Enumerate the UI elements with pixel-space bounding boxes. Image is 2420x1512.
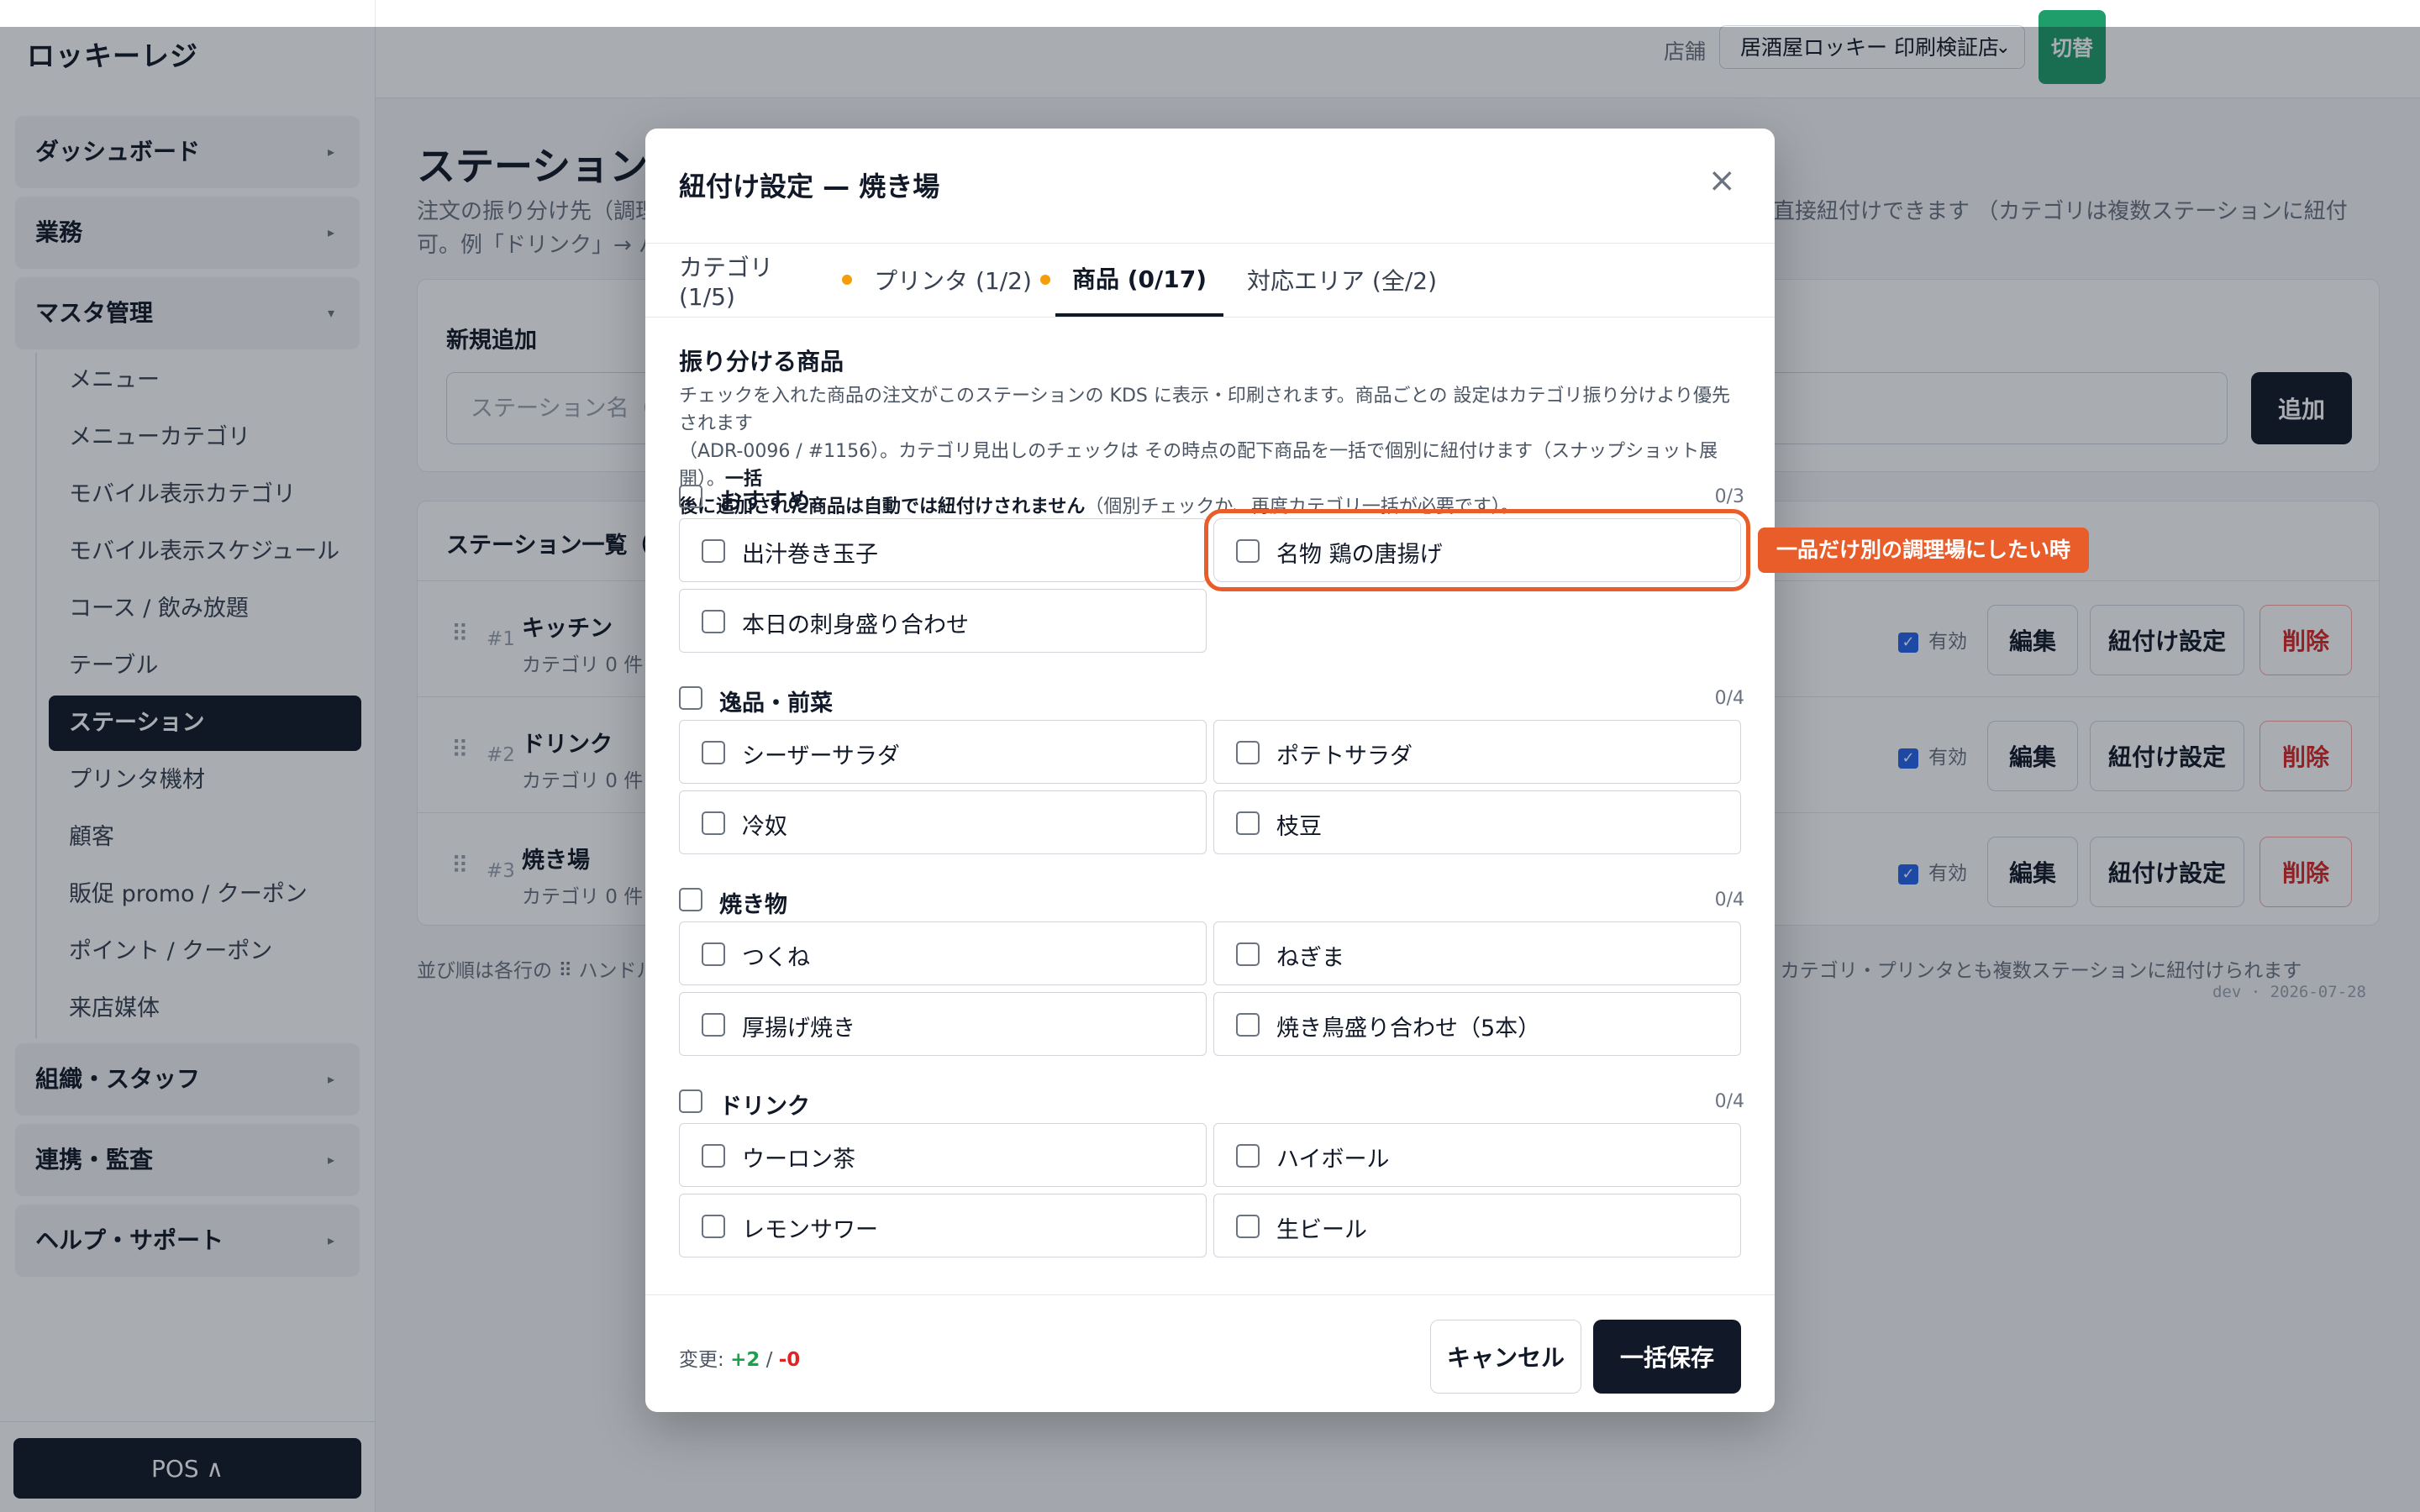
product-checkbox[interactable]: [1236, 741, 1260, 764]
group-checkbox[interactable]: [679, 888, 702, 911]
group-checkbox[interactable]: [679, 1089, 702, 1113]
product-checkbox[interactable]: [1236, 1013, 1260, 1037]
section-title: 振り分ける商品: [679, 348, 844, 375]
unsaved-dot-icon: [842, 275, 852, 285]
change-added: +2: [730, 1349, 760, 1371]
product-checkbox-item[interactable]: つくね: [679, 921, 1207, 985]
product-checkbox[interactable]: [702, 741, 725, 764]
product-checkbox-item[interactable]: 冷奴: [679, 790, 1207, 854]
product-checkbox-item[interactable]: ポテトサラダ: [1213, 720, 1741, 784]
product-checkbox[interactable]: [1236, 811, 1260, 835]
product-checkbox-item[interactable]: 出汁巻き玉子: [679, 518, 1207, 582]
group-name: おすすめ: [719, 489, 810, 515]
tab-category[interactable]: カテゴリ (1/5): [679, 243, 852, 317]
product-group-header: 焼き物 0/4: [679, 885, 1744, 918]
product-checkbox-item[interactable]: ウーロン茶: [679, 1123, 1207, 1187]
product-checkbox[interactable]: [1236, 942, 1260, 966]
tab-printer[interactable]: プリンタ (1/2): [869, 243, 1055, 317]
product-checkbox[interactable]: [702, 1215, 725, 1238]
product-name: 焼き鳥盛り合わせ（5本）: [1276, 1016, 1541, 1042]
product-name: 本日の刺身盛り合わせ: [742, 612, 969, 638]
product-name: 厚揚げ焼き: [742, 1016, 855, 1042]
group-checkbox[interactable]: [679, 485, 702, 508]
group-name: 焼き物: [719, 892, 787, 918]
tab-products[interactable]: 商品 (0/17): [1055, 243, 1223, 317]
product-name: つくね: [742, 945, 810, 971]
product-checkbox-item[interactable]: シーザーサラダ: [679, 720, 1207, 784]
product-checkbox[interactable]: [702, 811, 725, 835]
product-checkbox[interactable]: [1236, 539, 1260, 563]
tab-area[interactable]: 対応エリア (全/2): [1237, 243, 1447, 317]
product-checkbox[interactable]: [702, 610, 725, 633]
product-checkbox-item[interactable]: ハイボール: [1213, 1123, 1741, 1187]
product-name: シーザーサラダ: [742, 743, 900, 769]
tab-label: カテゴリ (1/5): [679, 253, 774, 311]
product-group-header: 逸品・前菜 0/4: [679, 683, 1744, 717]
group-name: ドリンク: [719, 1094, 810, 1120]
group-count: 0/4: [1714, 890, 1744, 911]
product-name: 出汁巻き玉子: [742, 542, 878, 568]
product-checkbox-item[interactable]: 焼き鳥盛り合わせ（5本）: [1213, 992, 1741, 1056]
group-count: 0/4: [1714, 688, 1744, 709]
product-name: 名物 鶏の唐揚げ: [1276, 542, 1443, 568]
tabs-divider: [645, 317, 1775, 318]
product-name: 冷奴: [742, 814, 787, 840]
group-count: 0/4: [1714, 1091, 1744, 1112]
unsaved-dot-icon: [1039, 275, 1050, 285]
group-checkbox[interactable]: [679, 686, 702, 710]
modal-title: 紐付け設定 — 焼き場: [679, 171, 940, 202]
product-checkbox[interactable]: [702, 539, 725, 563]
product-checkbox-item[interactable]: 枝豆: [1213, 790, 1741, 854]
cancel-button[interactable]: キャンセル: [1430, 1320, 1581, 1394]
modal-footer-divider: [645, 1294, 1775, 1295]
product-checkbox-item[interactable]: 生ビール: [1213, 1194, 1741, 1257]
product-checkbox[interactable]: [702, 942, 725, 966]
product-name: レモンサワー: [742, 1217, 878, 1243]
product-checkbox-item[interactable]: 本日の刺身盛り合わせ: [679, 589, 1207, 653]
product-checkbox-item-highlighted[interactable]: 名物 鶏の唐揚げ: [1204, 509, 1750, 591]
product-checkbox[interactable]: [702, 1144, 725, 1168]
product-checkbox-item[interactable]: ねぎま: [1213, 921, 1741, 985]
product-checkbox[interactable]: [702, 1013, 725, 1037]
group-name: 逸品・前菜: [719, 690, 833, 717]
bulk-save-button[interactable]: 一括保存: [1593, 1320, 1741, 1394]
product-checkbox-item[interactable]: レモンサワー: [679, 1194, 1207, 1257]
tab-label: プリンタ (1/2): [874, 267, 1032, 295]
product-name: 生ビール: [1276, 1217, 1367, 1243]
change-removed: -0: [778, 1349, 801, 1371]
product-group-header: ドリンク 0/4: [679, 1086, 1744, 1120]
change-label: 変更:: [679, 1349, 724, 1371]
product-name: ポテトサラダ: [1276, 743, 1413, 769]
product-checkbox[interactable]: [1236, 1144, 1260, 1168]
product-name: ウーロン茶: [742, 1147, 855, 1173]
close-icon[interactable]: ×: [1707, 160, 1736, 201]
product-name: ねぎま: [1276, 945, 1344, 971]
group-count: 0/3: [1714, 486, 1744, 507]
link-settings-modal: 紐付け設定 — 焼き場 × カテゴリ (1/5) プリンタ (1/2) 商品 (…: [645, 129, 1775, 1412]
product-name: 枝豆: [1276, 814, 1322, 840]
product-checkbox[interactable]: [1236, 1215, 1260, 1238]
product-group-header: おすすめ 0/3: [679, 481, 1744, 515]
tab-label: 対応エリア (全/2): [1247, 267, 1437, 295]
annotation-callout: 一品だけ別の調理場にしたい時: [1758, 528, 2090, 573]
change-summary: 変更: +2 / -0: [679, 1343, 800, 1372]
tab-label: 商品 (0/17): [1071, 265, 1207, 293]
product-checkbox-item[interactable]: 厚揚げ焼き: [679, 992, 1207, 1056]
change-separator: /: [765, 1349, 773, 1371]
description-line: チェックを入れた商品の注文がこのステーションの KDS に表示・印刷されます。商…: [679, 386, 1731, 434]
product-name: ハイボール: [1276, 1147, 1390, 1173]
